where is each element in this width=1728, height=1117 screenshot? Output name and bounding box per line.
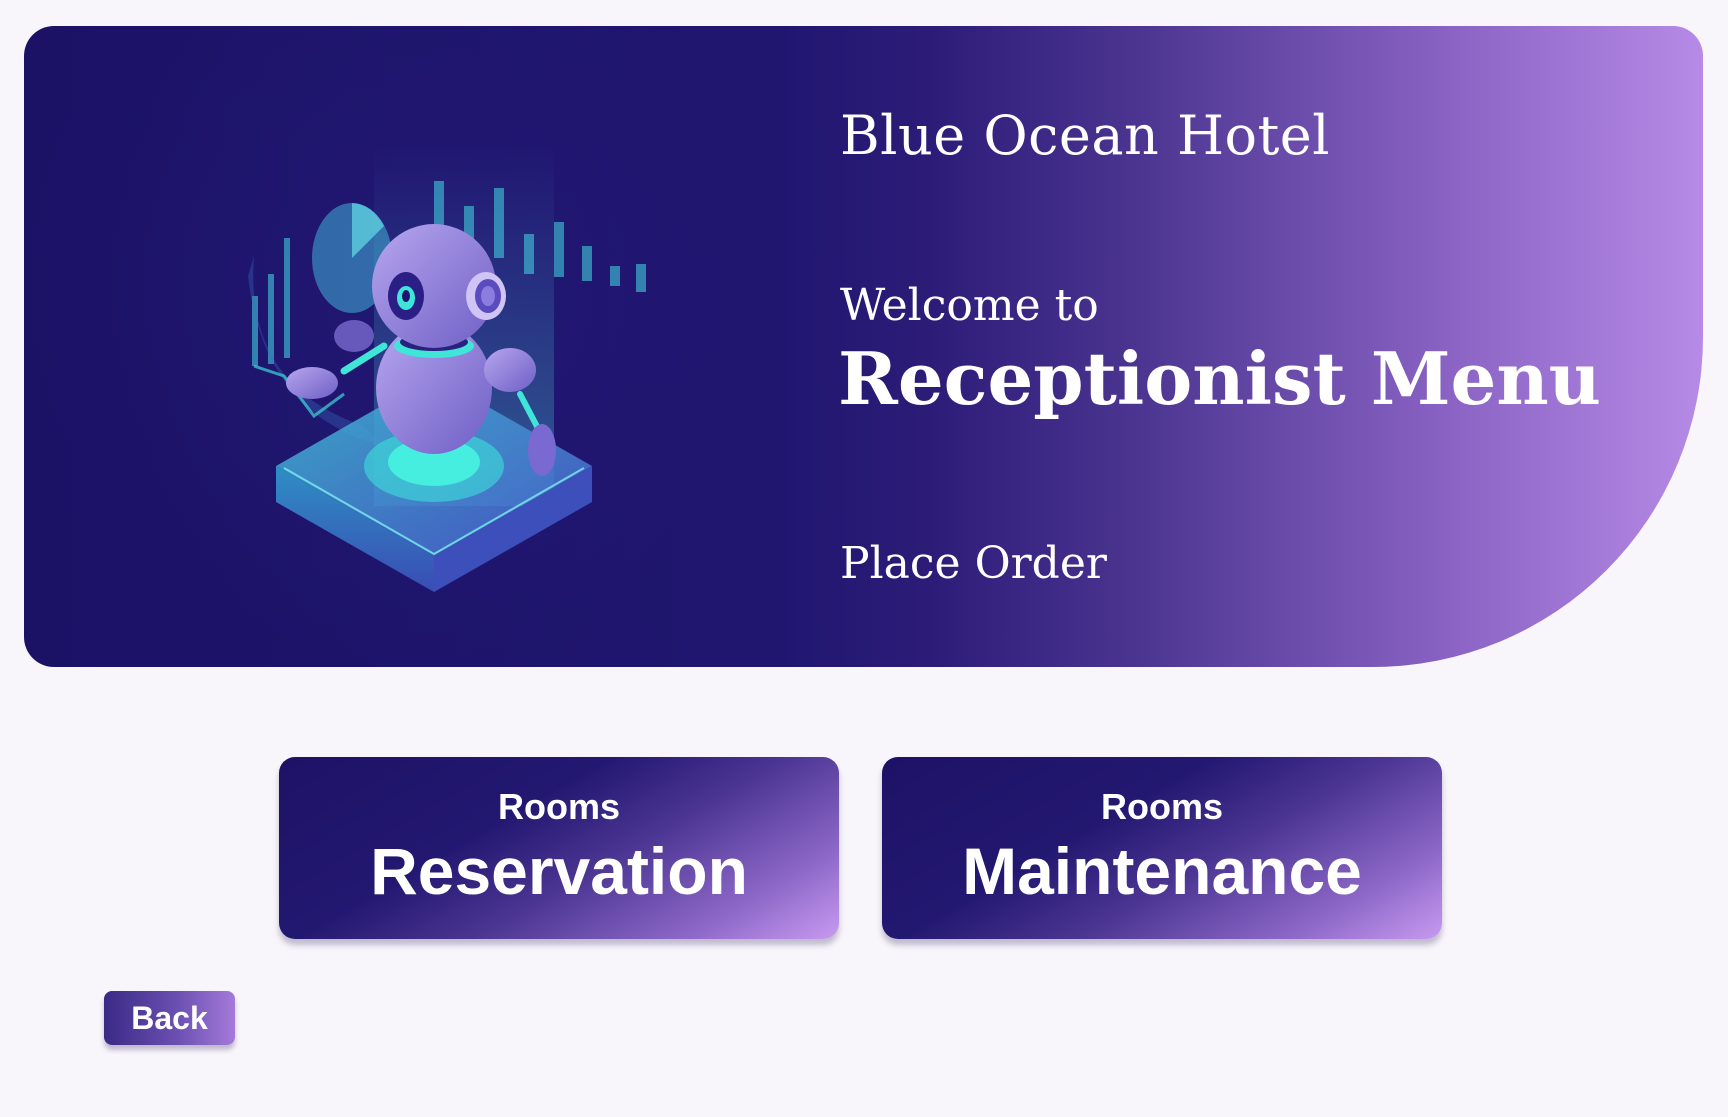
welcome-text: Welcome to: [840, 280, 1099, 331]
hero-banner: Blue Ocean Hotel Welcome to Receptionist…: [24, 26, 1703, 667]
reservation-button-label: Reservation: [370, 834, 748, 908]
maintenance-button-label: Maintenance: [962, 834, 1362, 908]
back-button[interactable]: Back: [104, 991, 235, 1045]
page-title: Receptionist Menu: [838, 336, 1602, 421]
place-order-link[interactable]: Place Order: [840, 538, 1107, 589]
robot-illustration: [248, 146, 646, 592]
rooms-reservation-button[interactable]: Rooms Reservation: [279, 757, 839, 939]
reservation-button-caption: Rooms: [497, 786, 620, 827]
maintenance-button-caption: Rooms: [1100, 786, 1223, 827]
hotel-name: Blue Ocean Hotel: [840, 104, 1330, 167]
rooms-maintenance-button[interactable]: Rooms Maintenance: [882, 757, 1442, 939]
